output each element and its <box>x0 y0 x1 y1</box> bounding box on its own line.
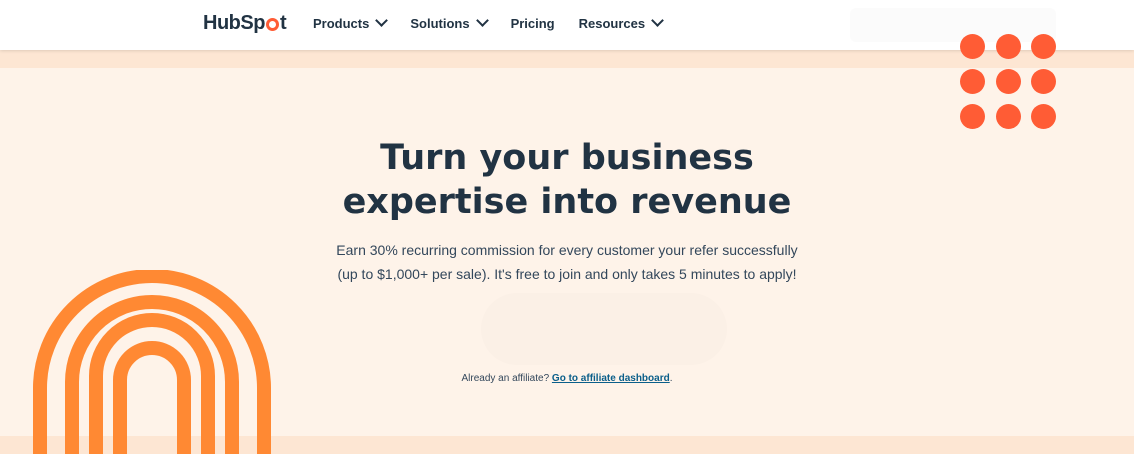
arch-inner <box>113 341 191 454</box>
subtext-line-2: (up to $1,000+ per sale). It's free to j… <box>337 266 797 282</box>
headline-line-2: expertise into revenue <box>342 182 792 222</box>
dot <box>960 34 985 59</box>
nav-solutions[interactable]: Solutions <box>410 13 489 32</box>
dot <box>1031 104 1056 129</box>
chevron-down-icon <box>375 13 389 27</box>
affiliate-suffix: . <box>669 373 673 384</box>
arch-third <box>89 313 215 454</box>
dot <box>1031 34 1056 59</box>
dots-decoration <box>960 34 1060 134</box>
hero-headline: Turn your business expertise into revenu… <box>0 136 1134 224</box>
affiliate-prompt-text: Already an affiliate? <box>461 373 552 384</box>
subtext-line-1: Earn 30% recurring commission for every … <box>336 242 798 258</box>
dot <box>960 104 985 129</box>
nav-products-label: Products <box>313 15 370 31</box>
dot <box>996 104 1021 129</box>
main-nav: Products Solutions Pricing Resources <box>313 13 686 32</box>
affiliate-prompt: Already an affiliate? Go to affiliate da… <box>0 373 1134 384</box>
headline-line-1: Turn your business <box>380 138 754 178</box>
dot <box>1031 69 1056 94</box>
dot <box>996 69 1021 94</box>
logo-text-end: t <box>279 12 287 34</box>
chevron-down-icon <box>475 13 489 27</box>
sprocket-icon <box>265 17 279 31</box>
nav-solutions-label: Solutions <box>410 15 470 31</box>
dot <box>960 69 985 94</box>
page: HubSp t Products Solutions Pricing Resour… <box>0 0 1134 454</box>
cta-button-placeholder[interactable] <box>481 293 727 365</box>
logo-text-start: HubSp <box>203 12 265 34</box>
dot <box>996 34 1021 59</box>
nav-pricing[interactable]: Pricing <box>511 14 555 32</box>
nav-resources-label: Resources <box>578 15 646 31</box>
nav-products[interactable]: Products <box>313 13 389 32</box>
chevron-down-icon <box>651 13 664 27</box>
hero-subtext: Earn 30% recurring commission for every … <box>0 238 1134 286</box>
affiliate-dashboard-link[interactable]: Go to affiliate dashboard <box>552 373 670 384</box>
hubspot-logo[interactable]: HubSp t <box>203 12 287 34</box>
nav-resources[interactable]: Resources <box>578 13 664 32</box>
arches-decoration <box>33 270 271 454</box>
nav-pricing-label: Pricing <box>510 15 555 31</box>
